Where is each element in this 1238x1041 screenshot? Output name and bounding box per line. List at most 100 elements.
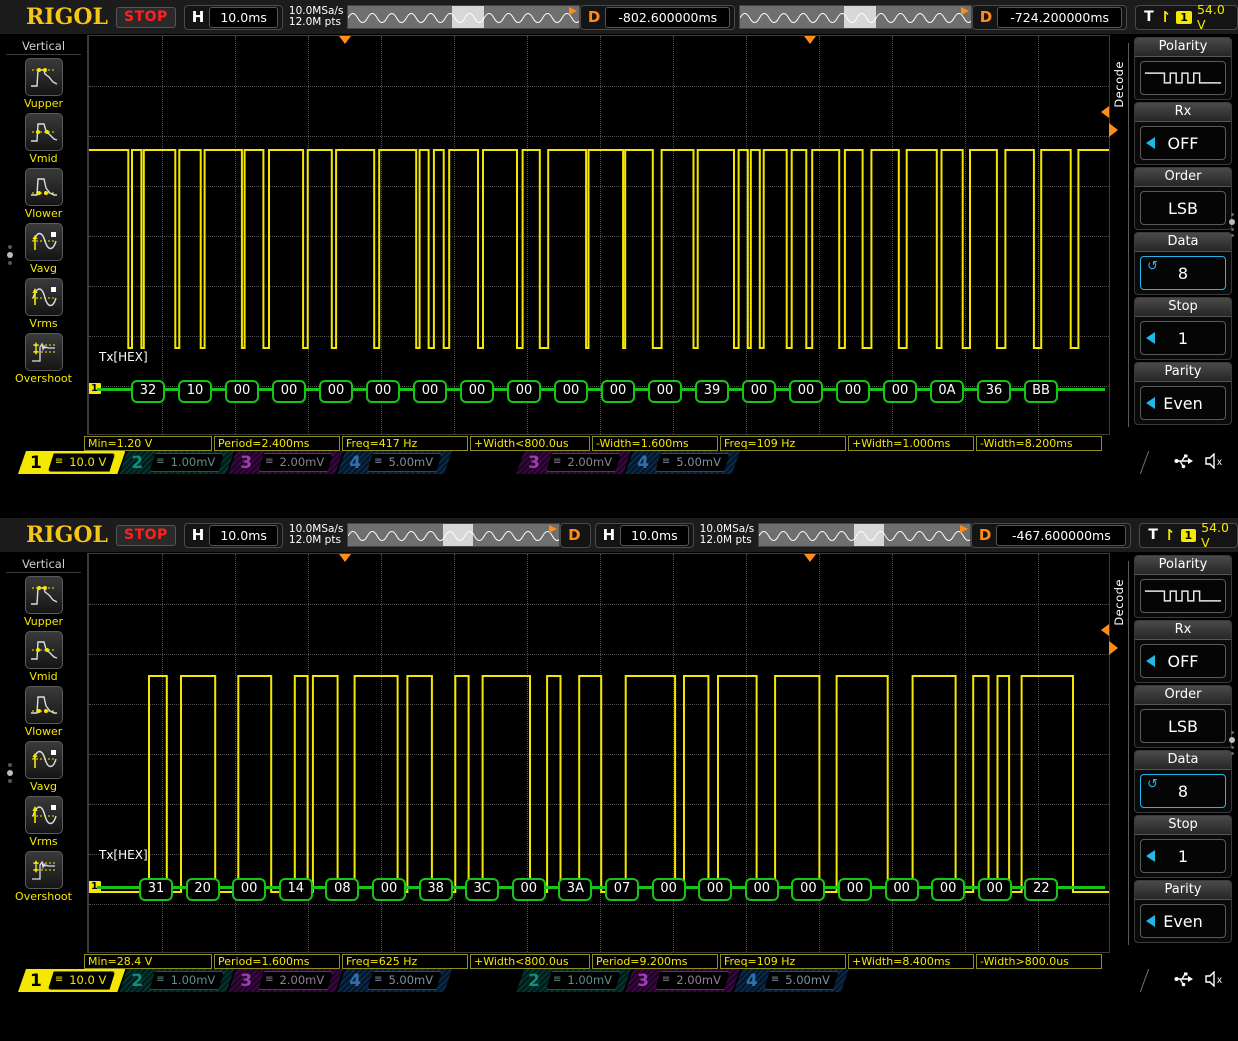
decode-byte[interactable]: 00 (838, 878, 872, 901)
measure-item-vlower[interactable]: Vlower (0, 168, 87, 220)
measurement-item[interactable]: Freq=109 Hz (720, 953, 846, 969)
trigger-position-marker-2[interactable] (804, 36, 816, 44)
measurement-item[interactable]: -Width=1.600ms (592, 435, 718, 451)
refresh-icon[interactable]: ↺ (1147, 260, 1158, 273)
horizontal-scale-box-2[interactable]: H 10.0ms (594, 522, 694, 548)
refresh-icon[interactable]: ↺ (1147, 778, 1158, 791)
panel-value-box[interactable]: Even (1140, 386, 1226, 420)
channel-chip-1[interactable]: 1 ≡ 10.0 V (18, 451, 125, 474)
measurement-item[interactable]: Period=2.400ms (214, 435, 340, 451)
vrms-icon[interactable] (24, 796, 63, 834)
usb-icon[interactable] (1174, 453, 1194, 473)
left-arrow-icon[interactable] (1146, 397, 1155, 409)
trigger-box[interactable]: T ↾ 1 54.0 V (1135, 2, 1238, 32)
decode-byte[interactable]: 00 (413, 380, 447, 403)
decode-panel-stop[interactable]: Stop 1 (1134, 815, 1232, 878)
trigger-level-marker[interactable] (1101, 624, 1109, 636)
measurement-item[interactable]: +Width<800.0us (470, 435, 590, 451)
decode-byte[interactable]: 00 (651, 878, 686, 901)
measure-item-vrms[interactable]: Vrms (0, 796, 87, 848)
panel-value-box[interactable]: 1 (1140, 321, 1226, 355)
measure-item-vmid[interactable]: Vmid (0, 113, 87, 165)
decode-panel-stop[interactable]: Stop 1 (1134, 297, 1232, 360)
measurement-item[interactable]: -Width=8.200ms (976, 435, 1102, 451)
decode-panel-order[interactable]: Order LSB (1134, 167, 1232, 230)
decode-byte[interactable]: 10 (178, 380, 212, 403)
trigger-position-marker-1[interactable] (339, 36, 351, 44)
decode-byte[interactable]: 00 (789, 380, 823, 403)
measurement-item[interactable]: Freq=109 Hz (720, 435, 846, 451)
page-dots[interactable] (7, 763, 13, 783)
decode-panel-rx[interactable]: Rx OFF (1134, 102, 1232, 165)
left-arrow-icon[interactable] (1146, 850, 1155, 862)
waveform-display[interactable]: 1 Tx[HEX] 31 20 00 14 08 00 38 3C 00 3A 07 00 00 00 00… (88, 553, 1110, 953)
decode-panel-polarity[interactable]: Polarity (1134, 555, 1232, 618)
decode-byte[interactable]: 00 (507, 380, 541, 403)
delay-box-1[interactable]: D -802.600000ms (579, 4, 736, 30)
measure-item-vlower[interactable]: Vlower (0, 686, 87, 738)
decode-panel-parity[interactable]: Parity Even (1134, 362, 1232, 425)
overshoot-icon[interactable] (24, 851, 63, 889)
overshoot-icon[interactable] (24, 333, 63, 371)
delay-box-2[interactable]: D -724.200000ms (971, 4, 1128, 30)
decode-byte[interactable]: 32 (131, 380, 165, 403)
decode-byte[interactable]: 22 (1024, 878, 1059, 901)
vrms-icon[interactable] (24, 278, 63, 316)
left-arrow-icon[interactable] (1146, 332, 1155, 344)
trigger-position-marker-2[interactable] (804, 554, 816, 562)
decode-byte[interactable]: 00 (648, 380, 682, 403)
panel-value-box[interactable]: OFF (1140, 644, 1226, 678)
run-stop-button[interactable]: STOP (116, 6, 176, 28)
channel-chip-4[interactable]: 4 ≡ 5.00mV (734, 969, 849, 992)
decode-panel-data[interactable]: Data ↺ 8 (1134, 750, 1232, 813)
vmid-icon[interactable] (24, 113, 63, 151)
vlower-icon[interactable] (24, 168, 63, 206)
measurement-item[interactable]: +Width=1.000ms (848, 435, 974, 451)
decode-byte[interactable]: 00 (319, 380, 353, 403)
channel-chip-2[interactable]: 2 ≡ 1.00mV (516, 969, 631, 992)
decode-byte[interactable]: 00 (791, 878, 826, 901)
decode-byte[interactable]: 39 (695, 380, 729, 403)
measurement-item[interactable]: Period=9.200ms (592, 953, 718, 969)
left-arrow-icon[interactable] (1146, 915, 1155, 927)
decode-byte[interactable]: 3A (558, 878, 593, 901)
panel-value-box[interactable]: LSB (1140, 191, 1226, 225)
panel-value-box[interactable]: OFF (1140, 126, 1226, 160)
measurement-item[interactable]: +Width<800.0us (470, 953, 590, 969)
delay-label-box-1[interactable]: D (560, 522, 591, 548)
decode-byte[interactable]: BB (1024, 380, 1058, 403)
vmid-icon[interactable] (24, 631, 63, 669)
measurement-item[interactable]: Min=28.4 V (84, 953, 212, 969)
decode-byte[interactable]: 00 (601, 380, 635, 403)
decode-byte[interactable]: 00 (836, 380, 870, 403)
mute-icon[interactable]: x (1204, 452, 1226, 473)
decode-byte[interactable]: 08 (325, 878, 360, 901)
run-stop-button[interactable]: STOP (116, 524, 176, 546)
memory-bar-1[interactable] (347, 523, 561, 547)
measure-item-vavg[interactable]: Vavg (0, 223, 87, 275)
channel-chip-4[interactable]: 4 ≡ 5.00mV (337, 969, 452, 992)
trigger-level-marker[interactable] (1101, 106, 1109, 118)
measure-item-overshoot[interactable]: Overshoot (0, 851, 87, 903)
decode-byte[interactable]: 07 (605, 878, 639, 901)
measurement-item[interactable]: Freq=625 Hz (342, 953, 468, 969)
vavg-icon[interactable] (24, 223, 63, 261)
decode-byte[interactable]: 00 (272, 380, 306, 403)
usb-icon[interactable] (1174, 971, 1194, 991)
menu-page-dots[interactable] (1229, 731, 1235, 755)
measure-item-vrms[interactable]: Vrms (0, 278, 87, 330)
trigger-box[interactable]: T ↾ 1 54.0 V (1139, 520, 1238, 550)
decode-byte[interactable]: 00 (883, 380, 917, 403)
trigger-position-marker-1[interactable] (339, 554, 351, 562)
panel-value-box[interactable]: LSB (1140, 709, 1226, 743)
delay-box-2[interactable]: D -467.600000ms (970, 522, 1132, 548)
decode-byte[interactable]: 00 (225, 380, 259, 403)
decode-byte[interactable]: 31 (139, 878, 173, 901)
channel-chip-2[interactable]: 2 ≡ 1.00mV (119, 451, 234, 474)
decode-panel-parity[interactable]: Parity Even (1134, 880, 1232, 943)
measure-item-vupper[interactable]: Vupper (0, 576, 87, 628)
vavg-icon[interactable] (24, 741, 63, 779)
decode-panel-data[interactable]: Data ↺ 8 (1134, 232, 1232, 295)
measure-item-vmid[interactable]: Vmid (0, 631, 87, 683)
decode-byte[interactable]: 00 (554, 380, 588, 403)
